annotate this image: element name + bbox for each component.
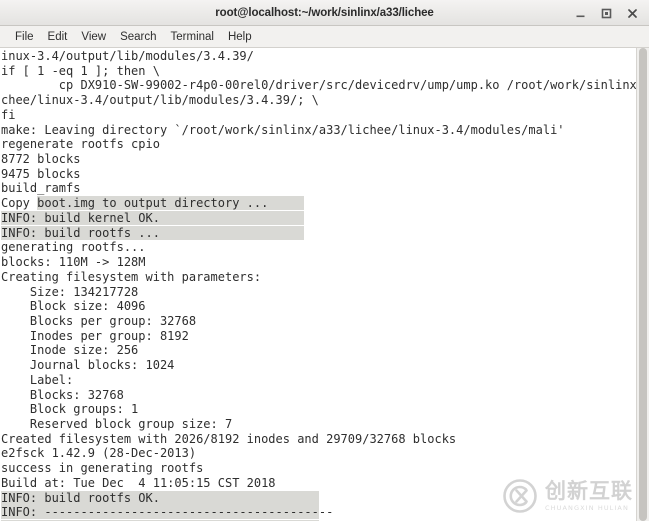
line-text: fi [1,107,16,122]
terminal-line: INFO: build rootfs ... [1,225,636,241]
terminal-line: INFO: build lichee OK. [1,520,636,521]
line-text: Blocks: 32768 [1,387,124,402]
line-text: Block size: 4096 [1,299,146,314]
terminal-line: Inodes per group: 8192 [1,329,636,344]
selected-text: INFO: build rootfs OK. [1,490,319,505]
terminal-line: Blocks per group: 32768 [1,314,636,329]
terminal-line: Inode size: 256 [1,343,636,358]
line-text: Size: 134217728 [1,284,139,299]
menu-item-view[interactable]: View [74,30,113,44]
terminal-line: Journal blocks: 1024 [1,358,636,373]
line-text: make: Leaving directory `/root/work/sinl… [1,122,565,137]
terminal-line: success in generating rootfs [1,461,636,476]
terminal-line: INFO: build kernel OK. [1,210,636,226]
menu-bar: File Edit View Search Terminal Help [0,26,649,48]
terminal-line: INFO: build rootfs OK. [1,490,636,506]
line-text: -- [318,505,334,520]
line-text: Inode size: 256 [1,343,139,358]
terminal-line: 8772 blocks [1,152,636,167]
terminal-line: if [ 1 -eq 1 ]; then \ [1,64,636,79]
selected-text: INFO: ----------------------------------… [1,505,319,520]
terminal-line: build_ramfs [1,181,636,196]
line-text: Block groups: 1 [1,402,139,417]
terminal-body: inux-3.4/output/lib/modules/3.4.39/if [ … [0,48,649,521]
line-text: success in generating rootfs [1,461,204,476]
line-text: Created filesystem with 2026/8192 inodes… [1,431,457,446]
line-text: e2fsck 1.42.9 (28-Dec-2013) [1,446,197,461]
terminal-line: Build at: Tue Dec 4 11:05:15 CST 2018 [1,476,636,491]
terminal-line: Created filesystem with 2026/8192 inodes… [1,432,636,447]
terminal-scrollbar[interactable] [636,48,649,521]
terminal-line: Block groups: 1 [1,402,636,417]
terminal-screen[interactable]: inux-3.4/output/lib/modules/3.4.39/if [ … [0,48,636,521]
terminal-output: inux-3.4/output/lib/modules/3.4.39/if [ … [1,49,636,521]
menu-item-search[interactable]: Search [113,30,163,44]
line-text: Journal blocks: 1024 [1,358,175,373]
menu-item-help[interactable]: Help [221,30,259,44]
terminal-line: fi [1,108,636,123]
line-text: Copy [1,196,38,211]
window-title: root@localhost:~/work/sinlinx/a33/lichee [215,6,434,19]
selected-text: INFO: build kernel OK. [1,210,305,225]
menu-item-edit[interactable]: Edit [41,30,75,44]
window-controls [574,0,643,26]
menu-item-terminal[interactable]: Terminal [164,30,221,44]
line-text: Label: [1,372,74,387]
terminal-line: Creating filesystem with parameters: [1,270,636,285]
line-text: 8772 blocks [1,152,81,167]
selected-text: boot.img to output directory ... [37,196,305,211]
line-text: build_ramfs [1,181,81,196]
line-text: inux-3.4/output/lib/modules/3.4.39/ [1,49,254,63]
line-text: generating rootfs... [1,240,146,255]
terminal-line: e2fsck 1.42.9 (28-Dec-2013) [1,446,636,461]
line-text: Inodes per group: 8192 [1,328,189,343]
terminal-line: Block size: 4096 [1,299,636,314]
terminal-line: generating rootfs... [1,240,636,255]
line-text: Creating filesystem with parameters: [1,269,262,284]
line-text: if [ 1 -eq 1 ]; then \ [1,63,160,78]
line-text: blocks: 110M -> 128M [1,255,146,270]
selected-text: INFO: build rootfs ... [1,225,305,240]
line-text: regenerate rootfs cpio [1,137,160,152]
terminal-line: 9475 blocks [1,167,636,182]
terminal-window: root@localhost:~/work/sinlinx/a33/lichee [0,0,649,522]
terminal-line: blocks: 110M -> 128M [1,255,636,270]
line-text: cp DX910-SW-99002-r4p0-00rel0/driver/src… [1,78,636,93]
terminal-line: Reserved block group size: 7 [1,417,636,432]
menu-item-file[interactable]: File [8,30,41,44]
minimize-icon[interactable] [574,7,587,20]
maximize-icon[interactable] [600,7,613,20]
terminal-line: regenerate rootfs cpio [1,137,636,152]
terminal-line: INFO: ----------------------------------… [1,505,636,520]
line-text: Reserved block group size: 7 [1,416,233,431]
scrollbar-thumb[interactable] [639,48,647,521]
terminal-line: inux-3.4/output/lib/modules/3.4.39/ [1,49,636,64]
line-text: 9475 blocks [1,166,81,181]
terminal-line: make: Leaving directory `/root/work/sinl… [1,123,636,138]
close-icon[interactable] [626,7,639,20]
terminal-line: chee/linux-3.4/output/lib/modules/3.4.39… [1,93,636,108]
line-text: Build at: Tue Dec 4 11:05:15 CST 2018 [1,475,276,490]
terminal-line: Label: [1,373,636,388]
terminal-line: Blocks: 32768 [1,388,636,403]
title-bar[interactable]: root@localhost:~/work/sinlinx/a33/lichee [0,0,649,26]
selected-text: INFO: build lichee OK. [1,520,319,521]
line-text: Blocks per group: 32768 [1,313,197,328]
terminal-line: Copy boot.img to output directory ... [1,196,636,211]
terminal-line: Size: 134217728 [1,285,636,300]
line-text: chee/linux-3.4/output/lib/modules/3.4.39… [1,93,319,108]
terminal-line: cp DX910-SW-99002-r4p0-00rel0/driver/src… [1,78,636,93]
